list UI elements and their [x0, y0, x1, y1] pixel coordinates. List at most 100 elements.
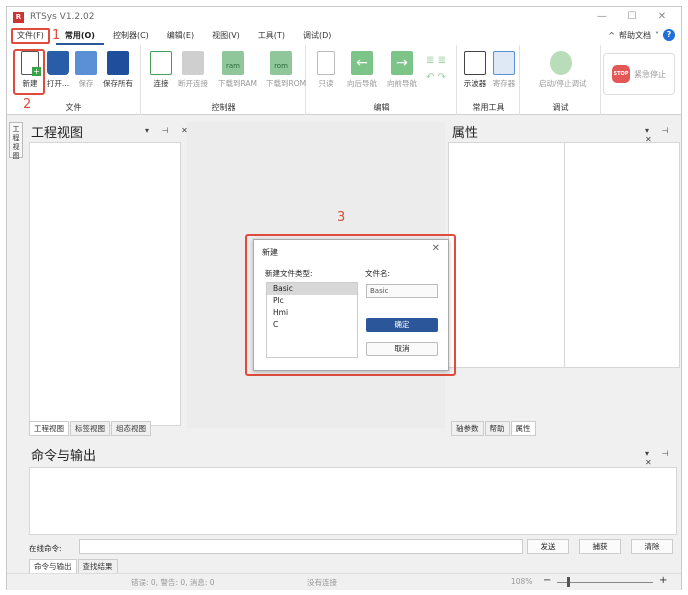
- close-button[interactable]: ✕: [647, 7, 677, 27]
- disconnect-button[interactable]: 断开连接: [178, 51, 208, 89]
- save-all-icon: [107, 51, 129, 75]
- menu-common[interactable]: 常用(O): [55, 27, 104, 45]
- tab-search-results[interactable]: 查找结果: [77, 559, 118, 574]
- navigate-forward-button[interactable]: → 向前导航: [387, 51, 417, 89]
- ribbon-group-common-tools: 示波器 寄存器 常用工具: [458, 45, 520, 115]
- menu-debug[interactable]: 调试(D): [294, 27, 340, 45]
- command-output-panel: 命令与输出 ▾ ⊣ ✕ 在线命令: 发送 捕获 清除 命令与输出 查找结果: [7, 439, 681, 574]
- ribbon-group-debug: 启动/停止调试 调试: [521, 45, 601, 115]
- zoom-level: 108%: [511, 577, 533, 586]
- list-item-plc[interactable]: Plc: [267, 295, 357, 307]
- send-button[interactable]: 发送: [527, 539, 569, 554]
- dialog-close-icon[interactable]: ✕: [432, 243, 440, 254]
- zoom-in-button[interactable]: +: [659, 575, 667, 586]
- minimize-button[interactable]: —: [587, 7, 617, 27]
- tab-axis-params[interactable]: 轴参数: [451, 421, 484, 436]
- cancel-button[interactable]: 取消: [366, 342, 438, 356]
- disconnect-button-label: 断开连接: [178, 79, 208, 88]
- help-icon[interactable]: ?: [663, 29, 675, 41]
- emergency-stop-button[interactable]: STOP 紧急停止: [603, 53, 675, 95]
- list-item-hmi[interactable]: Hmi: [267, 307, 357, 319]
- navigate-back-button[interactable]: ← 向后导航: [347, 51, 377, 89]
- connect-button-label: 连接: [153, 79, 169, 88]
- title-bar: R RTSys V1.2.02 — ☐ ✕: [7, 7, 681, 27]
- tab-label-view[interactable]: 标签视图: [70, 421, 110, 436]
- controller-group-label: 控制器: [211, 103, 236, 112]
- arrow-left-icon: ←: [351, 51, 373, 75]
- zoom-slider-track[interactable]: [557, 582, 653, 583]
- save-all-button-label: 保存所有: [103, 79, 133, 88]
- annotation-step-3: 3: [337, 210, 346, 225]
- readonly-label: 只读: [318, 79, 334, 88]
- save-icon: [75, 51, 97, 75]
- menu-controller[interactable]: 控制器(C): [104, 27, 158, 45]
- help-docs-link[interactable]: 帮助文档: [619, 30, 651, 41]
- annotation-step-2: 2: [23, 97, 32, 112]
- connect-button[interactable]: 连接: [146, 51, 176, 89]
- collapse-ribbon-icon[interactable]: ^: [608, 31, 615, 40]
- menu-file[interactable]: 文件(F): [11, 28, 50, 44]
- zoom-out-button[interactable]: −: [543, 575, 551, 586]
- command-panel-controls[interactable]: ▾ ⊣ ✕: [645, 449, 681, 467]
- tab-command-output[interactable]: 命令与输出: [29, 559, 77, 574]
- project-panel-controls[interactable]: ▾ ⊣ ✕: [145, 126, 193, 135]
- new-button[interactable]: + 新建: [15, 51, 45, 89]
- capture-button[interactable]: 捕获: [579, 539, 621, 554]
- open-button[interactable]: 打开...: [43, 51, 73, 89]
- online-command-input[interactable]: [79, 539, 523, 554]
- tab-config-view[interactable]: 组态视图: [111, 421, 151, 436]
- status-counts: 错误: 0, 警告: 0, 消息: 0: [131, 578, 215, 587]
- file-type-list[interactable]: Basic Plc Hmi C: [266, 282, 358, 358]
- menu-edit[interactable]: 编辑(E): [158, 27, 203, 45]
- readonly-button[interactable]: 只读: [311, 51, 341, 89]
- properties-lower-area: [448, 368, 680, 418]
- clear-button[interactable]: 清除: [631, 539, 673, 554]
- properties-grid: [448, 142, 680, 368]
- edit-group-label: 编辑: [373, 103, 390, 112]
- save-all-button[interactable]: 保存所有: [103, 51, 133, 89]
- file-name-input[interactable]: Basic: [366, 284, 438, 298]
- ribbon-group-controller: 连接 断开连接 ram 下载到RAM rom 下载到ROM 控制器: [142, 45, 306, 115]
- arrow-right-icon: →: [391, 51, 413, 75]
- oscilloscope-button[interactable]: 示波器: [460, 51, 490, 89]
- download-rom-button[interactable]: rom 下载到ROM: [266, 51, 307, 89]
- menu-tools[interactable]: 工具(T): [249, 27, 294, 45]
- new-button-label: 新建: [22, 79, 38, 88]
- save-button[interactable]: 保存: [71, 51, 101, 89]
- comment-button[interactable]: ≣ ≣ ↶ ↷: [421, 55, 451, 83]
- tab-help[interactable]: 帮助: [484, 421, 510, 436]
- window-title: RTSys V1.2.02: [30, 12, 95, 22]
- menu-bar: 文件(F) 1 常用(O) 控制器(C) 编辑(E) 视图(V) 工具(T) 调…: [7, 27, 681, 45]
- download-ram-button[interactable]: ram 下载到RAM: [218, 51, 257, 89]
- download-rom-label: 下载到ROM: [266, 79, 307, 88]
- open-folder-icon: [47, 51, 69, 75]
- zoom-slider-thumb[interactable]: [567, 577, 570, 587]
- rom-icon: rom: [270, 51, 292, 75]
- right-bottom-tabs: 轴参数 帮助 属性: [451, 421, 537, 436]
- menu-view[interactable]: 视图(V): [203, 27, 249, 45]
- maximize-button[interactable]: ☐: [617, 7, 647, 27]
- command-output-title: 命令与输出: [31, 449, 97, 464]
- side-tab-project-view[interactable]: 工程视图: [9, 122, 23, 160]
- tab-project-view[interactable]: 工程视图: [29, 421, 69, 436]
- save-button-label: 保存: [78, 79, 94, 88]
- connect-icon: [150, 51, 172, 75]
- online-command-label: 在线命令:: [29, 544, 62, 553]
- register-button[interactable]: 寄存器: [489, 51, 519, 89]
- list-item-basic[interactable]: Basic: [267, 283, 357, 295]
- chevron-down-icon[interactable]: ˅: [655, 31, 659, 40]
- oscilloscope-label: 示波器: [463, 79, 487, 88]
- comment-icon: ≣ ≣: [426, 55, 446, 66]
- debug-group-label: 调试: [552, 103, 569, 112]
- start-stop-debug-button[interactable]: 启动/停止调试: [539, 51, 587, 89]
- list-item-c[interactable]: C: [267, 319, 357, 331]
- readonly-icon: [317, 51, 335, 75]
- new-file-icon: +: [21, 51, 41, 76]
- tab-properties[interactable]: 属性: [510, 421, 536, 436]
- stop-sign-icon: STOP: [612, 65, 630, 83]
- properties-divider: [564, 143, 565, 367]
- ok-button[interactable]: 确定: [366, 318, 438, 332]
- oscilloscope-icon: [464, 51, 486, 75]
- output-area: [29, 467, 677, 535]
- bug-icon: [550, 51, 572, 75]
